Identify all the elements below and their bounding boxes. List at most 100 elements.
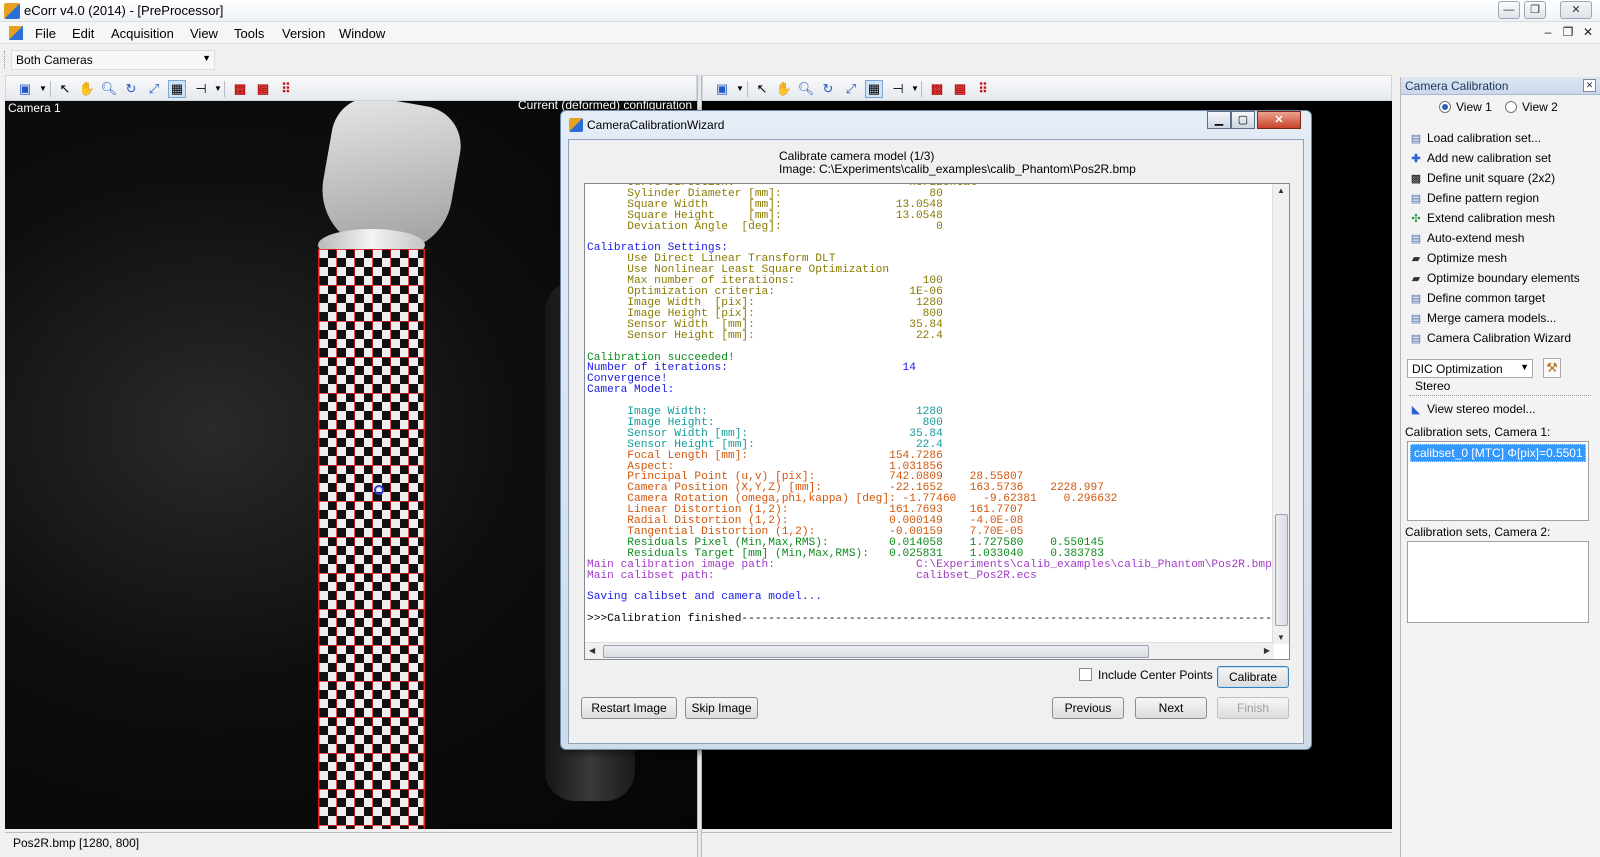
mesh-grid-icon[interactable]: ▦	[951, 80, 969, 98]
add-calibration-set-item[interactable]: ✚ Add new calibration set	[1409, 148, 1551, 168]
mdi-close-icon[interactable]: ✕	[1580, 24, 1596, 40]
measure-icon[interactable]: ⊣	[889, 80, 907, 98]
zoom-icon[interactable]: 🔍︎	[797, 80, 815, 98]
scroll-left-icon[interactable]: ◀	[589, 646, 595, 655]
zoom-icon[interactable]: 🔍︎	[100, 80, 118, 98]
chevron-down-icon[interactable]: ▼	[202, 53, 211, 63]
view-2-radio[interactable]: View 2	[1505, 100, 1558, 114]
scroll-right-icon[interactable]: ▶	[1264, 646, 1270, 655]
calibration-sets-camera-1-list[interactable]: calibset_0 [MTC] Φ[pix]=0.5501	[1407, 441, 1589, 521]
console-line: Camera Model:	[587, 384, 675, 397]
camera-calibration-wizard-item[interactable]: ▤ Camera Calibration Wizard	[1409, 328, 1571, 348]
optimize-icon: ▰	[1411, 253, 1421, 265]
chevron-down-icon[interactable]: ▼	[1520, 362, 1529, 372]
mdi-app-icon[interactable]	[9, 26, 23, 40]
hammer-icon[interactable]: ⚒	[1543, 358, 1561, 378]
next-button[interactable]: Next	[1135, 697, 1207, 719]
merge-camera-models-item[interactable]: ▤ Merge camera models...	[1409, 308, 1557, 328]
scroll-thumb[interactable]	[1275, 514, 1288, 626]
menu-acquisition[interactable]: Acquisition	[111, 26, 174, 41]
calibrate-button[interactable]: Calibrate	[1217, 666, 1289, 688]
pan-hand-icon[interactable]: ✋	[775, 80, 793, 98]
view-stereo-model-item[interactable]: ◣ View stereo model...	[1409, 399, 1536, 419]
mesh-origin-marker[interactable]	[374, 485, 384, 495]
restart-image-button[interactable]: Restart Image	[581, 697, 677, 719]
include-center-points-checkbox[interactable]: Include Center Points	[1079, 668, 1213, 682]
item-label: Load calibration set...	[1427, 131, 1542, 145]
dic-optimization-select[interactable]: DIC Optimization ▼	[1407, 359, 1533, 378]
dialog-minimize-icon[interactable]: ▁	[1207, 111, 1231, 129]
load-icon: ▤	[1410, 133, 1422, 145]
item-label: Auto-extend mesh	[1427, 231, 1525, 245]
overlay-toggle-icon[interactable]: ▦	[168, 80, 186, 98]
camera-select[interactable]: Both Cameras ▼	[11, 50, 215, 70]
auto-extend-mesh-item[interactable]: ▤ Auto-extend mesh	[1409, 228, 1525, 248]
menu-version[interactable]: Version	[282, 26, 325, 41]
radio-unchecked-icon	[1505, 101, 1517, 113]
vertical-scrollbar[interactable]: ▲ ▼	[1272, 184, 1289, 644]
dialog-close-icon[interactable]: ✕	[1257, 111, 1301, 129]
load-calibration-set-item[interactable]: ▤ Load calibration set...	[1409, 128, 1541, 148]
overlay-toggle-icon[interactable]: ▦	[865, 80, 883, 98]
toolbar-separator	[224, 81, 225, 97]
menu-view[interactable]: View	[190, 26, 218, 41]
rotate-icon[interactable]: ↻	[122, 80, 140, 98]
boundary-icon: ▰	[1411, 273, 1421, 285]
finish-button[interactable]: Finish	[1217, 697, 1289, 719]
stereo-group-label: Stereo	[1415, 379, 1451, 393]
menu-file[interactable]: File	[35, 26, 56, 41]
pan-hand-icon[interactable]: ✋	[78, 80, 96, 98]
define-common-target-item[interactable]: ▤ Define common target	[1409, 288, 1545, 308]
merge-icon: ▤	[1410, 313, 1422, 325]
maximize-button[interactable]: ❐	[1524, 1, 1546, 19]
mesh-fill-icon[interactable]: ▩	[928, 80, 946, 98]
left-status-text: Pos2R.bmp [1280, 800]	[13, 836, 140, 850]
window-title: eCorr v4.0 (2014) - [PreProcessor]	[24, 3, 224, 18]
save-icon[interactable]: ▣	[16, 80, 34, 98]
view-1-radio[interactable]: View 1	[1439, 100, 1492, 114]
console-line: Square Height [mm]: 13.0548	[587, 209, 943, 222]
target-icon: ▤	[1410, 293, 1422, 305]
mesh-points-icon[interactable]: ⠿	[277, 80, 295, 98]
fit-view-icon[interactable]: ⤢	[842, 80, 860, 98]
scroll-thumb[interactable]	[603, 645, 1149, 658]
menu-window[interactable]: Window	[339, 26, 385, 41]
calibration-set-item[interactable]: calibset_0 [MTC] Φ[pix]=0.5501	[1410, 444, 1586, 462]
mesh-points-icon[interactable]: ⠿	[974, 80, 992, 98]
define-pattern-region-item[interactable]: ▤ Define pattern region	[1409, 188, 1539, 208]
mesh-fill-icon[interactable]: ▩	[231, 80, 249, 98]
menu-edit[interactable]: Edit	[72, 26, 94, 41]
skip-image-button[interactable]: Skip Image	[685, 697, 758, 719]
scroll-up-icon[interactable]: ▲	[1277, 186, 1285, 195]
define-unit-square-item[interactable]: ▩ Define unit square (2x2)	[1409, 168, 1555, 188]
close-icon[interactable]: ✕	[1583, 79, 1596, 92]
fit-view-icon[interactable]: ⤢	[145, 80, 163, 98]
pointer-icon[interactable]: ↖	[56, 80, 74, 98]
console-line: Focal Length [mm]: 154.7286	[587, 449, 943, 462]
dialog-maximize-icon[interactable]: ▢	[1231, 111, 1255, 129]
optimize-boundary-elements-item[interactable]: ▰ Optimize boundary elements	[1409, 268, 1580, 288]
menu-tools[interactable]: Tools	[234, 26, 264, 41]
mesh-grid-icon[interactable]: ▦	[254, 80, 272, 98]
close-window-button[interactable]: ✕	[1560, 1, 1592, 19]
minimize-button[interactable]: —	[1498, 1, 1520, 19]
extend-calibration-mesh-item[interactable]: ✣ Extend calibration mesh	[1409, 208, 1555, 228]
add-icon: ✚	[1411, 153, 1421, 165]
calibration-sets-camera-2-list[interactable]	[1407, 541, 1589, 623]
measure-icon[interactable]: ⊣	[192, 80, 210, 98]
mdi-minimize-icon[interactable]: –	[1540, 24, 1556, 40]
window-titlebar[interactable]: eCorr v4.0 (2014) - [PreProcessor] — ❐ ✕	[0, 0, 1600, 22]
view-1-label: View 1	[1456, 100, 1492, 114]
mdi-restore-icon[interactable]: ❐	[1560, 24, 1576, 40]
dialog-app-icon	[569, 118, 583, 132]
pointer-icon[interactable]: ↖	[753, 80, 771, 98]
rotate-icon[interactable]: ↻	[819, 80, 837, 98]
app-icon	[4, 3, 20, 19]
optimize-mesh-item[interactable]: ▰ Optimize mesh	[1409, 248, 1507, 268]
save-icon[interactable]: ▣	[713, 80, 731, 98]
horizontal-scrollbar[interactable]: ◀ ▶	[585, 642, 1274, 659]
previous-button[interactable]: Previous	[1052, 697, 1124, 719]
scroll-down-icon[interactable]: ▼	[1277, 633, 1285, 642]
calibration-log-console[interactable]: Curve Direction: Horizontal Sylinder Dia…	[584, 183, 1290, 660]
view-2-label: View 2	[1522, 100, 1558, 114]
